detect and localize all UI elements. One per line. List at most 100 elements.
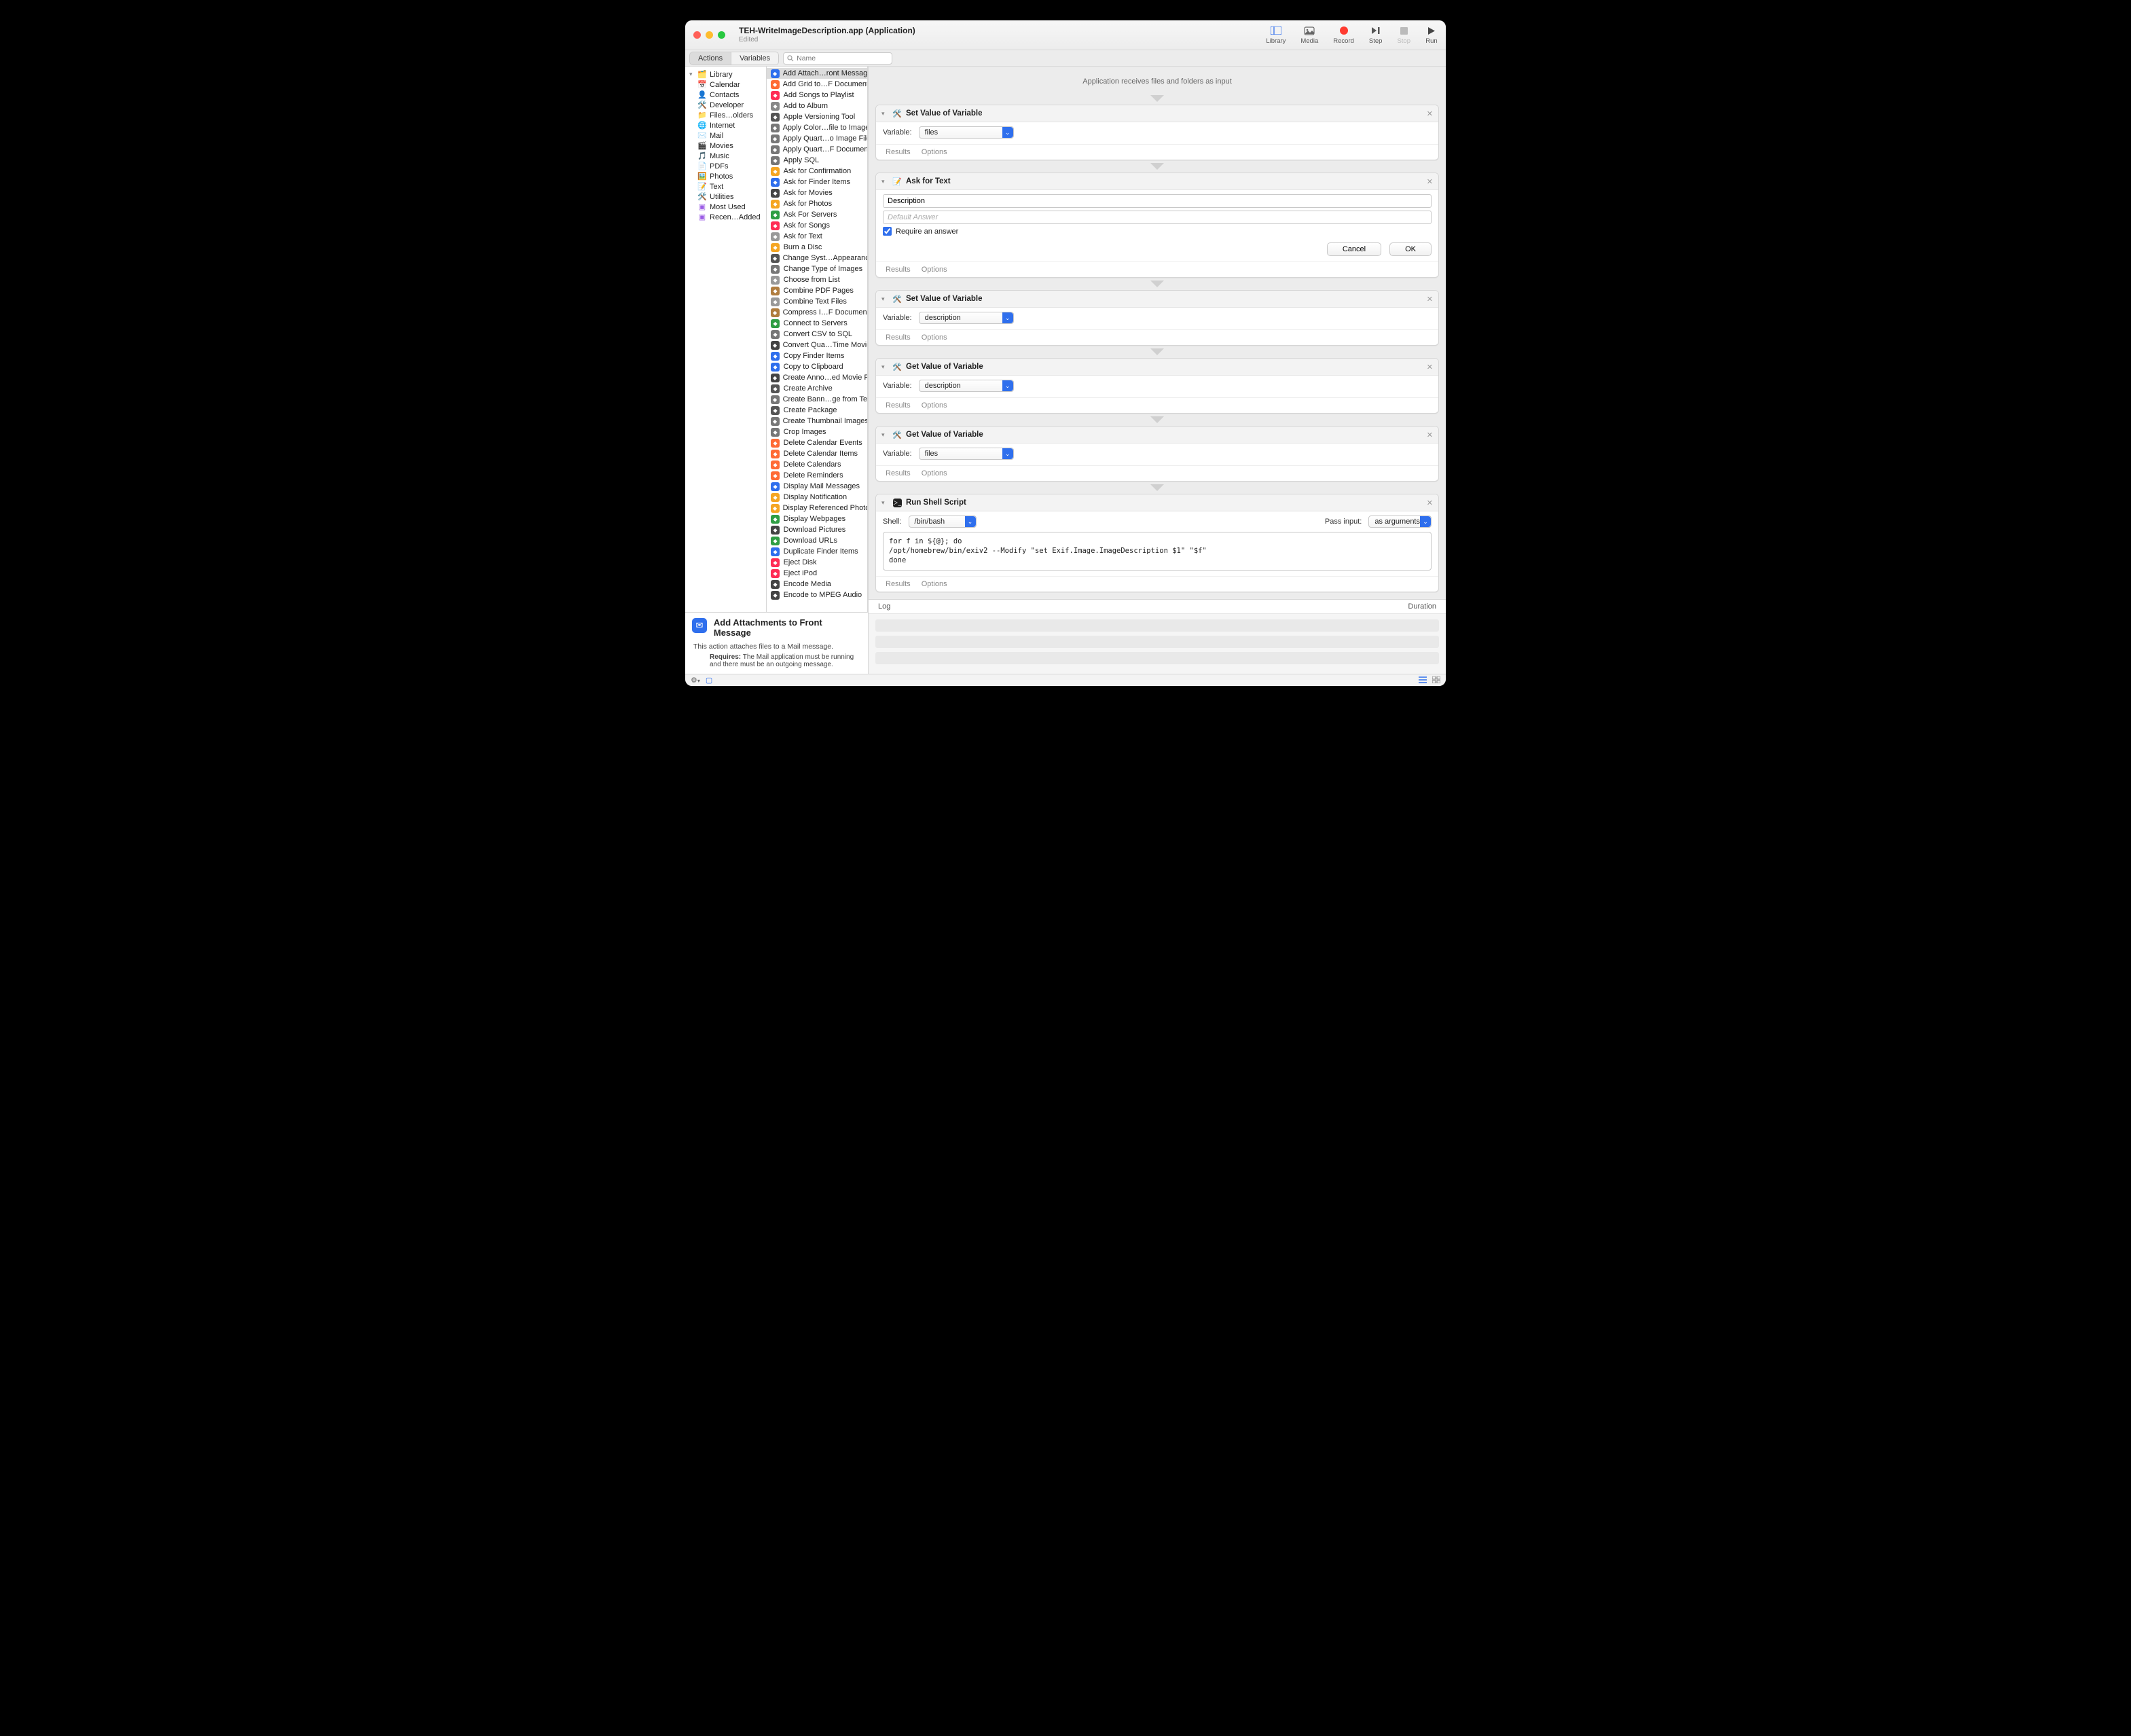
action-list-item[interactable]: ◆Ask for Text (767, 231, 867, 242)
remove-action-button[interactable]: ✕ (1427, 431, 1433, 439)
action-list-item[interactable]: ◆Eject Disk (767, 557, 867, 568)
workflow-canvas[interactable]: Application receives files and folders a… (869, 67, 1446, 599)
ok-button[interactable]: OK (1389, 242, 1432, 256)
options-tab[interactable]: Options (922, 401, 947, 410)
options-tab[interactable]: Options (922, 148, 947, 156)
action-run-shell-script[interactable]: ▾ ＞_ Run Shell Script ✕ Shell: /bin (875, 494, 1439, 592)
variable-select-description[interactable]: description ⌄ (919, 380, 1014, 392)
options-tab[interactable]: Options (922, 266, 947, 274)
shell-script-textarea[interactable]: for f in ${@}; do /opt/homebrew/bin/exiv… (883, 532, 1432, 571)
action-ask-for-text[interactable]: ▾ 📝 Ask for Text ✕ Default Answer Requir… (875, 173, 1439, 278)
remove-action-button[interactable]: ✕ (1427, 295, 1433, 304)
library-item[interactable]: 📝Text (685, 181, 766, 192)
action-list-item[interactable]: ◆Download URLs (767, 535, 867, 546)
action-list-item[interactable]: ◆Compress I…F Documents (767, 307, 867, 318)
chevron-down-icon[interactable]: ▾ (881, 431, 888, 439)
results-tab[interactable]: Results (886, 469, 911, 477)
close-window-button[interactable] (693, 31, 701, 39)
action-list-item[interactable]: ◆Combine Text Files (767, 296, 867, 307)
action-list-item[interactable]: ◆Ask for Movies (767, 187, 867, 198)
library-item[interactable]: 🎵Music (685, 151, 766, 161)
variable-select-files[interactable]: files ⌄ (919, 126, 1014, 139)
action-list-item[interactable]: ◆Add Songs to Playlist (767, 90, 867, 101)
action-list-item[interactable]: ◆Encode Media (767, 579, 867, 590)
action-list[interactable]: ◆Add Attach…ront Message◆Add Grid to…F D… (767, 67, 868, 612)
results-tab[interactable]: Results (886, 580, 911, 588)
action-list-item[interactable]: ◆Delete Calendars (767, 459, 867, 470)
action-list-item[interactable]: ◆Apply Quart…o Image Files (767, 133, 867, 144)
action-list-item[interactable]: ◆Create Archive (767, 383, 867, 394)
action-list-item[interactable]: ◆Display Referenced Photo (767, 503, 867, 513)
action-list-item[interactable]: ◆Download Pictures (767, 524, 867, 535)
chevron-down-icon[interactable]: ▾ (881, 295, 888, 303)
library-smart-folder[interactable]: ▣Most Used (685, 202, 766, 212)
action-list-item[interactable]: ◆Add Attach…ront Message (767, 68, 867, 79)
action-list-item[interactable]: ◆Crop Images (767, 427, 867, 437)
library-item[interactable]: 🎬Movies (685, 141, 766, 151)
action-list-item[interactable]: ◆Ask for Songs (767, 220, 867, 231)
remove-action-button[interactable]: ✕ (1427, 177, 1433, 186)
list-view-icon[interactable] (1419, 676, 1427, 683)
action-list-item[interactable]: ◆Combine PDF Pages (767, 285, 867, 296)
action-list-item[interactable]: ◆Change Syst…Appearance (767, 253, 867, 264)
remove-action-button[interactable]: ✕ (1427, 109, 1433, 118)
pass-input-select[interactable]: as arguments ⌄ (1368, 516, 1432, 528)
search-field[interactable] (783, 52, 892, 65)
minimize-window-button[interactable] (706, 31, 713, 39)
variable-select-description[interactable]: description ⌄ (919, 312, 1014, 324)
variable-token-icon[interactable]: ▢ (706, 676, 712, 685)
action-get-variable-description[interactable]: ▾ 🛠️ Get Value of Variable ✕ Variable: d… (875, 358, 1439, 414)
options-tab[interactable]: Options (922, 580, 947, 588)
action-list-item[interactable]: ◆Convert CSV to SQL (767, 329, 867, 340)
grid-view-icon[interactable] (1432, 676, 1440, 683)
results-tab[interactable]: Results (886, 333, 911, 342)
shell-select[interactable]: /bin/bash ⌄ (909, 516, 977, 528)
toolbar-step-button[interactable]: Step (1369, 25, 1383, 45)
action-list-item[interactable]: ◆Encode to MPEG Audio (767, 590, 867, 600)
action-list-item[interactable]: ◆Copy to Clipboard (767, 361, 867, 372)
remove-action-button[interactable]: ✕ (1427, 499, 1433, 507)
results-tab[interactable]: Results (886, 401, 911, 410)
library-smart-folder[interactable]: ▣Recen…Added (685, 212, 766, 222)
action-list-item[interactable]: ◆Create Bann…ge from Text (767, 394, 867, 405)
chevron-down-icon[interactable]: ▾ (881, 178, 888, 185)
library-item[interactable]: ✉️Mail (685, 130, 766, 141)
action-list-item[interactable]: ◆Add to Album (767, 101, 867, 111)
chevron-down-icon[interactable]: ▾ (881, 363, 888, 371)
action-list-item[interactable]: ◆Create Package (767, 405, 867, 416)
library-item[interactable]: 📄PDFs (685, 161, 766, 171)
tab-actions[interactable]: Actions (689, 52, 731, 65)
gear-icon[interactable]: ⚙︎▾ (691, 676, 700, 685)
zoom-window-button[interactable] (718, 31, 725, 39)
action-list-item[interactable]: ◆Eject iPod (767, 568, 867, 579)
action-list-item[interactable]: ◆Create Thumbnail Images (767, 416, 867, 427)
action-get-variable-files[interactable]: ▾ 🛠️ Get Value of Variable ✕ Variable: f… (875, 426, 1439, 482)
library-item[interactable]: 🌐Internet (685, 120, 766, 130)
variable-select-files[interactable]: files ⌄ (919, 448, 1014, 460)
toolbar-record-button[interactable]: Record (1333, 25, 1354, 45)
action-list-item[interactable]: ◆Delete Calendar Events (767, 437, 867, 448)
toolbar-library-button[interactable]: Library (1266, 25, 1286, 45)
cancel-button[interactable]: Cancel (1327, 242, 1381, 256)
library-item[interactable]: 📁Files…olders (685, 110, 766, 120)
options-tab[interactable]: Options (922, 469, 947, 477)
library-item[interactable]: 👤Contacts (685, 90, 766, 100)
action-list-item[interactable]: ◆Apple Versioning Tool (767, 111, 867, 122)
search-input[interactable] (797, 54, 888, 62)
chevron-down-icon[interactable]: ▾ (881, 110, 888, 117)
action-set-variable-description[interactable]: ▾ 🛠️ Set Value of Variable ✕ Variable: d… (875, 290, 1439, 346)
action-list-item[interactable]: ◆Create Anno…ed Movie File (767, 372, 867, 383)
library-item[interactable]: 🖼️Photos (685, 171, 766, 181)
action-list-item[interactable]: ◆Display Notification (767, 492, 867, 503)
toolbar-stop-button[interactable]: Stop (1397, 25, 1410, 45)
action-list-item[interactable]: ◆Connect to Servers (767, 318, 867, 329)
toolbar-run-button[interactable]: Run (1425, 25, 1438, 45)
action-list-item[interactable]: ◆Delete Calendar Items (767, 448, 867, 459)
action-list-item[interactable]: ◆Apply Quart…F Documents (767, 144, 867, 155)
ask-question-field[interactable] (883, 194, 1432, 208)
remove-action-button[interactable]: ✕ (1427, 363, 1433, 372)
results-tab[interactable]: Results (886, 266, 911, 274)
action-list-item[interactable]: ◆Ask For Servers (767, 209, 867, 220)
library-item[interactable]: 🛠️Developer (685, 100, 766, 110)
results-tab[interactable]: Results (886, 148, 911, 156)
